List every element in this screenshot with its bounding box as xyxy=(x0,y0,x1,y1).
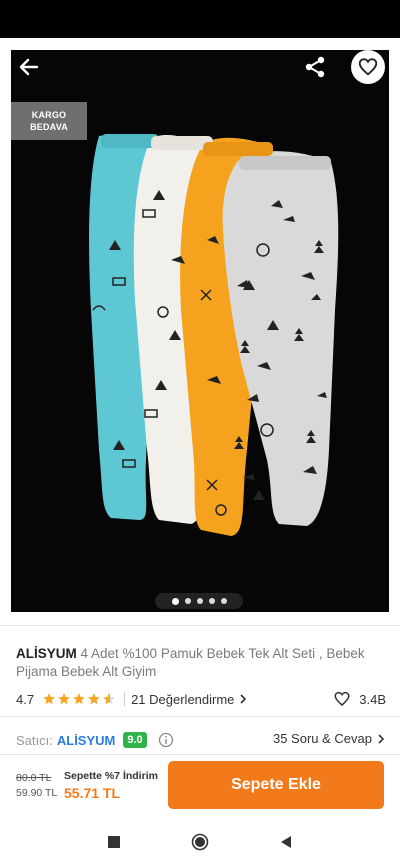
current-price: 59.90 TL xyxy=(16,787,58,799)
product-title: ALİSYUM 4 Adet %100 Pamuk Bebek Tek Alt … xyxy=(16,645,386,681)
reviews-link[interactable]: 21 Değerlendirme xyxy=(131,692,248,707)
rating-stars xyxy=(42,692,116,706)
share-button[interactable] xyxy=(302,54,328,80)
seller-score-badge: 9.0 xyxy=(123,732,147,748)
old-price: 80.0 TL xyxy=(16,772,52,784)
seller-label: Satıcı: xyxy=(16,732,53,748)
price-area: 80.0 TL 59.90 TL Sepette %7 İndirim 55.7… xyxy=(16,768,164,808)
info-icon[interactable] xyxy=(158,732,174,748)
seller-link[interactable]: ALİSYUM xyxy=(57,733,116,748)
divider xyxy=(0,754,400,755)
divider xyxy=(0,716,400,717)
star-icon xyxy=(73,693,85,705)
likes[interactable]: 3.4B xyxy=(333,690,386,708)
arrow-left-icon xyxy=(19,58,39,76)
reviews-count: 21 Değerlendirme xyxy=(131,691,235,707)
star-icon xyxy=(88,693,100,705)
rating-score: 4.7 xyxy=(16,691,35,707)
seller-row: Satıcı: ALİSYUM 9.0 35 Soru & Cevap xyxy=(16,730,386,750)
gallery-pagination[interactable] xyxy=(155,593,243,609)
heart-outline-icon xyxy=(358,58,378,76)
chevron-right-icon xyxy=(378,733,385,744)
badge-line-2: BEDAVA xyxy=(30,122,68,132)
questions-link[interactable]: 35 Soru & Cevap xyxy=(273,731,386,746)
star-icon xyxy=(43,693,55,705)
pagination-dot[interactable] xyxy=(196,598,203,604)
share-icon xyxy=(305,56,325,78)
product-brand[interactable]: ALİSYUM xyxy=(16,646,77,661)
pagination-dot[interactable] xyxy=(171,597,179,605)
status-bar xyxy=(0,0,400,38)
questions-count: 35 Soru & Cevap xyxy=(272,731,372,746)
badge-line-1: KARGO xyxy=(31,110,67,120)
pagination-dot[interactable] xyxy=(208,598,215,604)
discounted-price: 55.71 TL xyxy=(64,785,121,801)
half-star-icon xyxy=(103,693,115,705)
chevron-right-icon xyxy=(240,694,247,704)
system-nav-bar xyxy=(0,818,400,866)
back-nav-icon[interactable] xyxy=(279,835,293,849)
divider xyxy=(124,692,126,706)
pagination-dot[interactable] xyxy=(184,598,191,604)
rating-row: 4.7 21 Değerlendirme 3.4B xyxy=(16,690,386,708)
pagination-dot[interactable] xyxy=(220,598,227,604)
star-icon xyxy=(58,693,70,705)
free-shipping-badge: KARGO BEDAVA xyxy=(11,102,87,140)
back-button[interactable] xyxy=(16,54,42,80)
likes-count: 3.4B xyxy=(359,691,386,707)
recent-apps-icon[interactable] xyxy=(107,835,121,849)
heart-outline-icon xyxy=(334,691,350,706)
add-to-cart-button[interactable]: Sepete Ekle xyxy=(168,761,384,809)
discount-label: Sepette %7 İndirim xyxy=(64,770,158,782)
favorite-button[interactable] xyxy=(351,50,385,84)
home-icon[interactable] xyxy=(191,833,209,851)
divider xyxy=(0,625,400,626)
product-gallery[interactable]: KARGO BEDAVA xyxy=(0,38,400,623)
